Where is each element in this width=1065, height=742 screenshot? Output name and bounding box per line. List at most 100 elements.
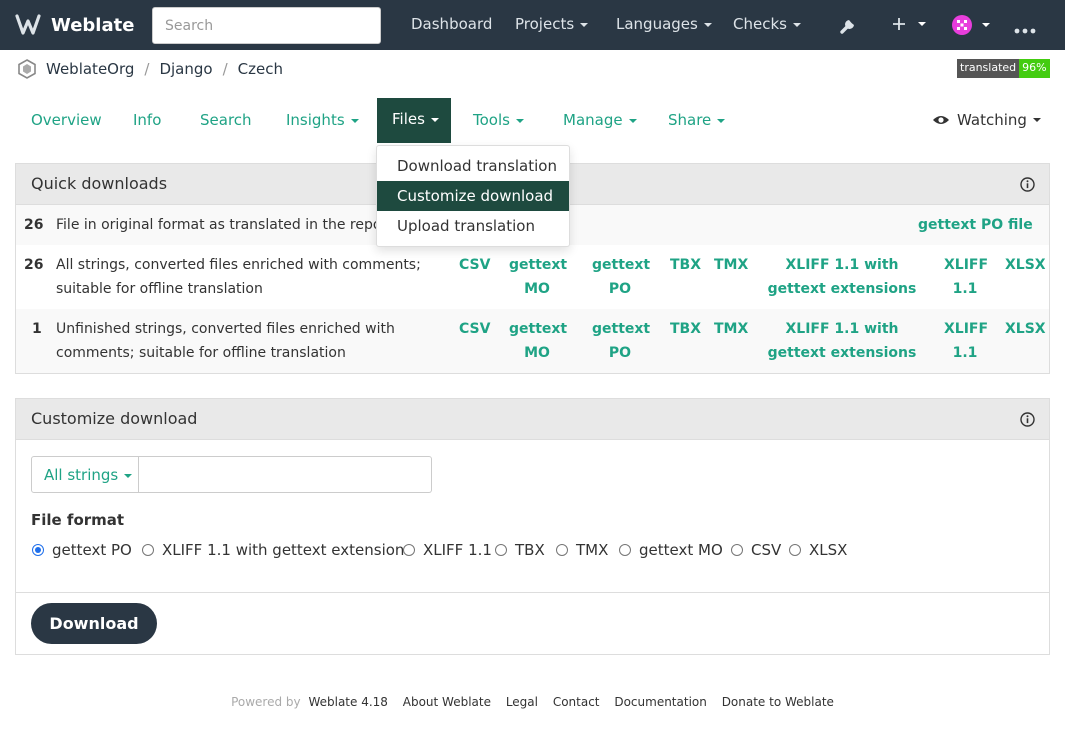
- table-row: 1 Unfinished strings, converted files en…: [16, 309, 1049, 373]
- format-radio-csv[interactable]: CSV: [731, 541, 781, 559]
- menu-item-customize-download[interactable]: Customize download: [377, 181, 569, 211]
- caret-down-icon: [350, 118, 359, 123]
- add-menu[interactable]: [891, 16, 926, 32]
- breadcrumb-language[interactable]: Czech: [238, 60, 283, 78]
- file-format-label: File format: [31, 511, 125, 529]
- tab-share[interactable]: Share: [668, 111, 726, 129]
- tab-insights[interactable]: Insights: [286, 111, 359, 129]
- caret-down-icon: [1032, 118, 1041, 122]
- caret-down-icon: [580, 22, 589, 27]
- format-link[interactable]: gettext PO: [592, 317, 650, 365]
- footer: Powered by Weblate 4.18 About Weblate Le…: [0, 695, 1065, 709]
- project-logo-icon: [18, 59, 36, 79]
- format-link[interactable]: XLSX: [1005, 317, 1046, 341]
- more-icon[interactable]: [1014, 22, 1036, 38]
- caret-down-icon: [982, 23, 990, 27]
- tab-info[interactable]: Info: [133, 111, 161, 129]
- format-link[interactable]: XLIFF 1.1 with gettext extensions: [760, 253, 924, 301]
- tab-tools[interactable]: Tools: [473, 111, 524, 129]
- format-link[interactable]: gettext MO: [509, 253, 567, 301]
- customize-download-panel: Customize download All strings File form…: [15, 398, 1050, 655]
- files-dropdown-menu: Download translation Customize download …: [376, 145, 570, 247]
- row-description: Unfinished strings, converted files enri…: [56, 321, 395, 361]
- radio-icon: [142, 544, 154, 556]
- format-link[interactable]: XLIFF 1.1: [944, 253, 988, 301]
- info-icon[interactable]: [1020, 412, 1035, 427]
- format-link[interactable]: TMX: [714, 317, 748, 341]
- format-radio-tmx[interactable]: TMX: [556, 541, 608, 559]
- radio-icon: [556, 544, 568, 556]
- footer-link-weblate-version[interactable]: Weblate 4.18: [308, 695, 387, 709]
- format-radio-xliff[interactable]: XLIFF 1.1: [403, 541, 492, 559]
- wrench-icon[interactable]: [838, 15, 859, 40]
- format-radio-label: TMX: [576, 541, 609, 559]
- watching-toggle[interactable]: Watching: [932, 111, 1041, 129]
- format-radio-xlsx[interactable]: XLSX: [789, 541, 847, 559]
- format-radio-gettext-mo[interactable]: gettext MO: [619, 541, 723, 559]
- tab-overview-label: Overview: [31, 111, 102, 129]
- panel-title: Customize download: [31, 409, 198, 428]
- caret-down-icon: [430, 117, 439, 122]
- translation-status-badge[interactable]: translated 96%: [957, 59, 1050, 78]
- tab-search-label: Search: [200, 111, 252, 129]
- tab-tools-label: Tools: [473, 111, 510, 129]
- string-filter-dropdown[interactable]: All strings: [31, 456, 139, 493]
- format-link[interactable]: TBX: [670, 317, 701, 341]
- menu-item-download-translation[interactable]: Download translation: [377, 151, 569, 181]
- panel-heading: Customize download: [16, 399, 1049, 440]
- caret-down-icon: [515, 118, 524, 123]
- nav-languages[interactable]: Languages: [616, 15, 712, 33]
- footer-link-about[interactable]: About Weblate: [403, 695, 491, 709]
- format-link[interactable]: gettext PO file: [918, 213, 1033, 237]
- format-link[interactable]: TBX: [670, 253, 701, 277]
- search-input[interactable]: [153, 8, 380, 43]
- divider: [16, 592, 1049, 593]
- tab-manage[interactable]: Manage: [563, 111, 637, 129]
- caret-down-icon: [792, 22, 801, 27]
- format-link[interactable]: gettext MO: [509, 317, 567, 365]
- breadcrumb-separator: /: [222, 60, 228, 78]
- download-button[interactable]: Download: [31, 603, 157, 644]
- info-icon[interactable]: [1020, 177, 1035, 192]
- format-link[interactable]: TMX: [714, 253, 748, 277]
- top-navbar: Weblate Dashboard Projects Languages Che…: [0, 0, 1065, 50]
- radio-icon: [495, 544, 507, 556]
- brand-link[interactable]: Weblate: [14, 13, 134, 37]
- brand-name: Weblate: [51, 14, 135, 36]
- nav-checks[interactable]: Checks: [733, 15, 801, 33]
- format-radio-label: gettext PO: [52, 541, 132, 559]
- menu-item-upload-translation[interactable]: Upload translation: [377, 211, 569, 241]
- search-field[interactable]: [152, 7, 381, 44]
- row-count: 1: [32, 321, 42, 337]
- format-link[interactable]: XLIFF 1.1 with gettext extensions: [760, 317, 924, 365]
- footer-link-donate[interactable]: Donate to Weblate: [722, 695, 834, 709]
- footer-link-documentation[interactable]: Documentation: [614, 695, 707, 709]
- tab-insights-label: Insights: [286, 111, 345, 129]
- format-radio-gettext-po[interactable]: gettext PO: [32, 541, 132, 559]
- format-radio-xliff-gettext[interactable]: XLIFF 1.1 with gettext extensions: [142, 541, 412, 559]
- filter-query-input[interactable]: [139, 456, 432, 493]
- tab-share-label: Share: [668, 111, 712, 129]
- format-link[interactable]: gettext PO: [592, 253, 650, 301]
- format-radio-tbx[interactable]: TBX: [495, 541, 545, 559]
- tab-manage-label: Manage: [563, 111, 623, 129]
- tab-search[interactable]: Search: [200, 111, 252, 129]
- nav-checks-label: Checks: [733, 15, 787, 33]
- nav-projects[interactable]: Projects: [515, 15, 589, 33]
- tab-overview[interactable]: Overview: [31, 111, 102, 129]
- panel-title: Quick downloads: [31, 174, 168, 193]
- format-radio-label: TBX: [515, 541, 545, 559]
- caret-down-icon: [703, 22, 712, 27]
- format-link[interactable]: CSV: [459, 253, 490, 277]
- nav-dashboard[interactable]: Dashboard: [411, 15, 492, 33]
- format-link[interactable]: CSV: [459, 317, 490, 341]
- nav-dashboard-label: Dashboard: [411, 15, 493, 33]
- tab-files[interactable]: Files: [377, 98, 451, 143]
- footer-link-legal[interactable]: Legal: [506, 695, 538, 709]
- format-link[interactable]: XLSX: [1005, 253, 1046, 277]
- breadcrumb-component[interactable]: Django: [159, 60, 212, 78]
- user-menu[interactable]: [952, 15, 990, 35]
- breadcrumb-project[interactable]: WeblateOrg: [46, 60, 134, 78]
- footer-link-contact[interactable]: Contact: [553, 695, 600, 709]
- format-link[interactable]: XLIFF 1.1: [944, 317, 988, 365]
